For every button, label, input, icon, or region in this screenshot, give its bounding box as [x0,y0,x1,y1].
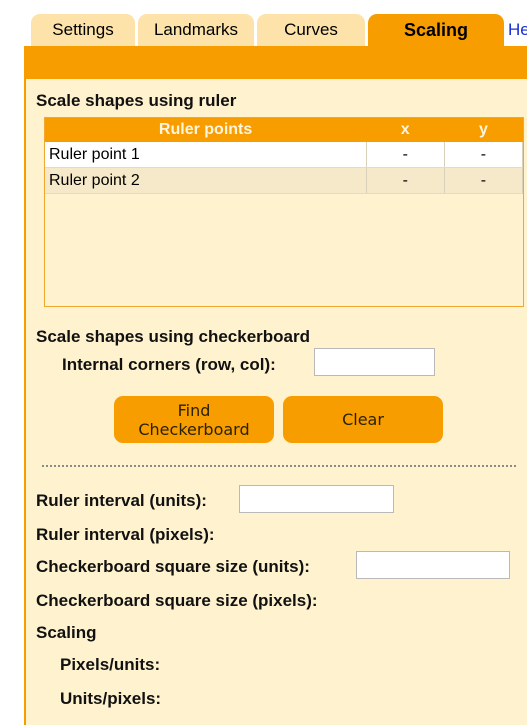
table-row[interactable]: Ruler point 1 - - [45,142,524,168]
tab-landmarks-label: Landmarks [153,20,239,39]
ruler-point-x: - [366,142,445,168]
tab-scaling-label: Scaling [403,19,469,40]
checker-square-units-input[interactable] [356,551,510,579]
tab-settings[interactable]: Settings [31,14,135,46]
ruler-interval-units-label: Ruler interval (units): [36,491,207,510]
tab-landmarks[interactable]: Landmarks [138,14,254,46]
tab-scaling[interactable]: Scaling [368,14,504,46]
pixels-per-units-label: Pixels/units: [60,655,161,674]
tab-settings-label: Settings [52,20,114,39]
ruler-point-name: Ruler point 1 [45,142,367,168]
tab-curves-label: Curves [284,20,338,39]
ruler-interval-pixels-label: Ruler interval (pixels): [36,525,215,544]
checkerboard-section-heading: Scale shapes using checkerboard [36,327,311,346]
scaling-content-panel: Scale shapes using ruler Ruler points x … [24,79,527,725]
column-header-y[interactable]: y [444,118,523,142]
ruler-points-table: Ruler points x y Ruler point 1 - - Ruler… [45,118,524,194]
table-row[interactable]: Ruler point 2 - - [45,167,524,194]
find-checkerboard-button[interactable]: Find Checkerboard [114,396,274,443]
scaling-heading: Scaling [36,623,97,642]
internal-corners-input[interactable] [314,348,435,376]
tab-curves[interactable]: Curves [257,14,365,46]
checker-square-units-label: Checkerboard square size (units): [36,557,310,576]
clear-button-label: Clear [342,410,384,429]
scaling-panel-window: Settings Landmarks Curves Scaling Help S… [0,0,527,725]
ruler-section-heading: Scale shapes using ruler [36,91,237,110]
find-checkerboard-label-line1: Find [177,400,211,420]
ruler-point-x: - [366,167,445,194]
clear-button[interactable]: Clear [283,396,443,443]
units-per-pixels-label: Units/pixels: [60,689,162,708]
tab-help-label: Help [508,20,527,39]
internal-corners-label: Internal corners (row, col): [62,355,276,374]
ruler-point-y: - [444,142,524,168]
ruler-table-header: Ruler points x y [45,118,523,142]
tab-header-strip [24,46,527,79]
column-header-x[interactable]: x [366,118,445,142]
find-checkerboard-label-line2: Checkerboard [138,419,250,439]
tab-help[interactable]: Help [508,14,527,46]
ruler-point-y: - [444,167,524,194]
tab-bar: Settings Landmarks Curves Scaling Help [24,0,527,46]
section-divider [42,465,516,467]
ruler-points-box: Ruler points x y Ruler point 1 - - Ruler… [44,117,524,307]
checker-square-pixels-label: Checkerboard square size (pixels): [36,591,318,610]
ruler-point-name: Ruler point 2 [45,167,367,194]
column-header-ruler-points[interactable]: Ruler points [45,118,367,142]
ruler-interval-units-input[interactable] [239,485,394,513]
